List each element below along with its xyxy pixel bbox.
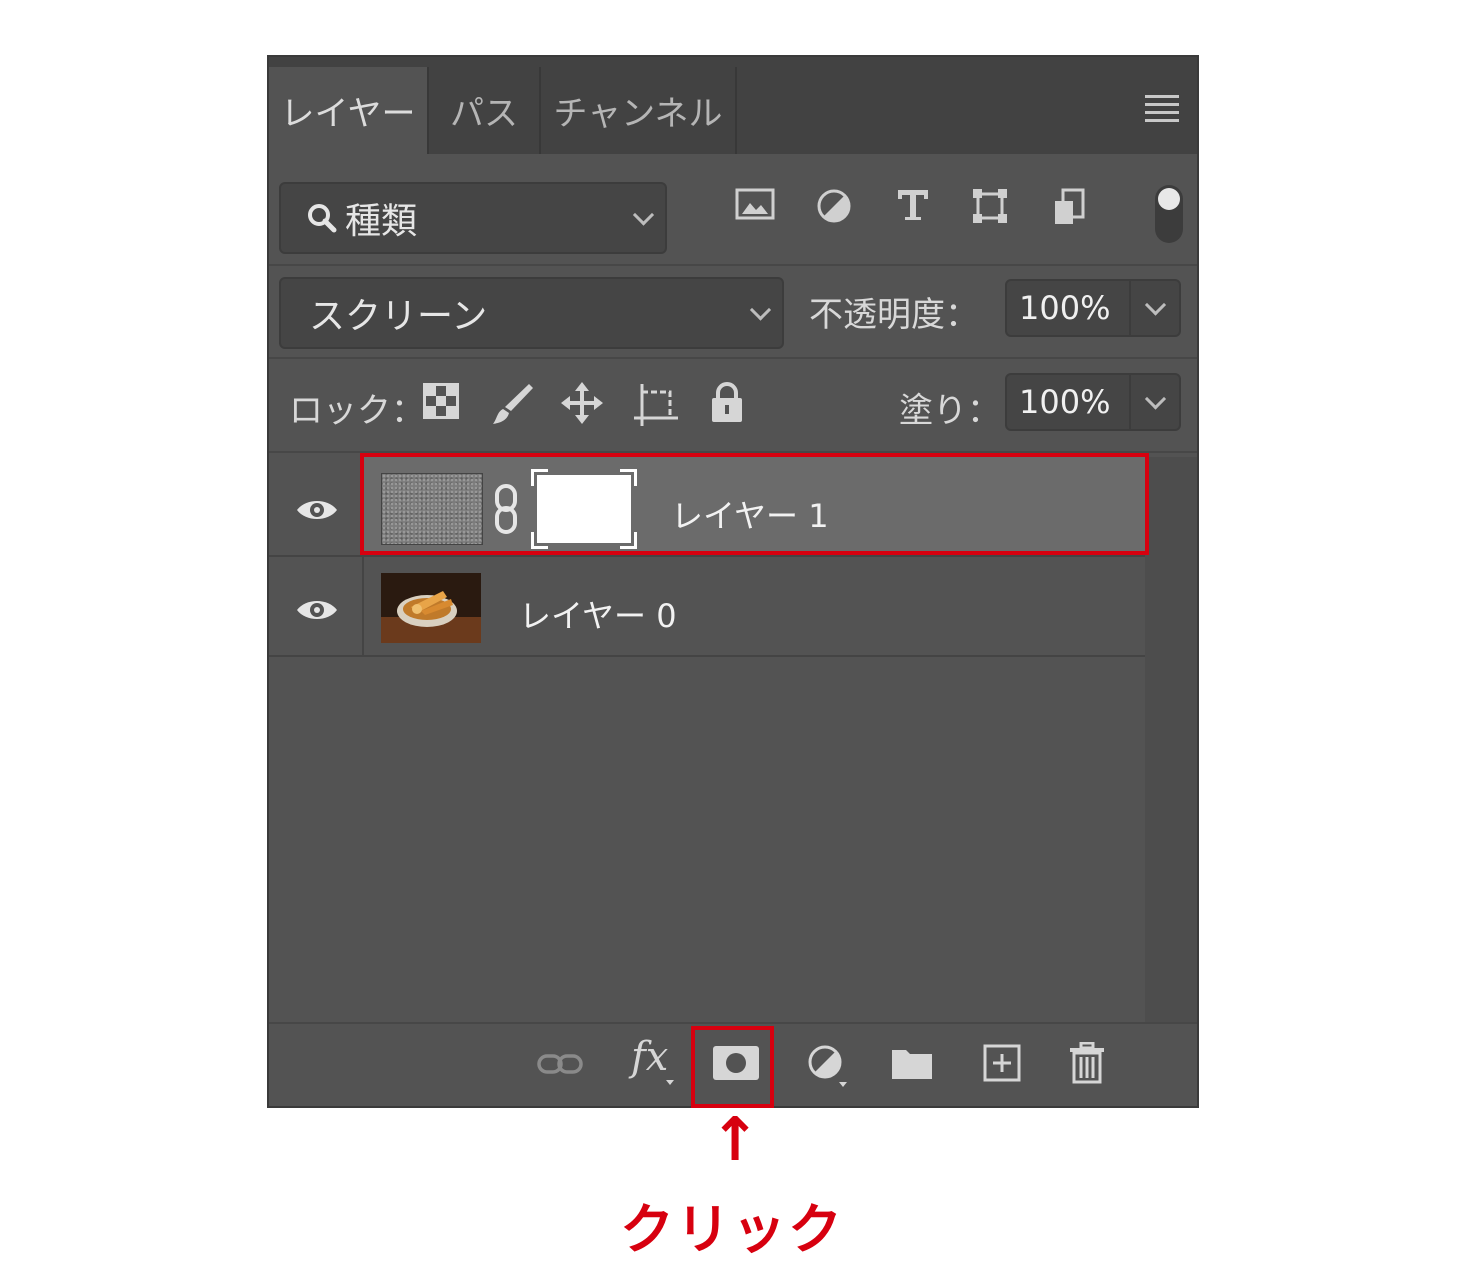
fill-input[interactable]: 100% <box>1005 373 1181 431</box>
add-mask-highlight-box <box>691 1026 774 1108</box>
divider <box>269 264 1197 266</box>
eye-visibility-icon[interactable] <box>296 597 338 623</box>
type-layer-filter-icon[interactable] <box>895 187 931 223</box>
tab-bar: レイヤー パス チャンネル <box>269 57 1197 154</box>
visibility-column <box>269 457 364 555</box>
selected-layer-highlight-box <box>360 453 1149 555</box>
lock-artboard-icon[interactable] <box>633 383 679 427</box>
layers-panel: レイヤー パス チャンネル 種類 スクリーン 不透明度： 100% ロック： 塗… <box>267 55 1199 1108</box>
opacity-dropdown-button[interactable] <box>1129 281 1179 335</box>
visibility-column <box>269 557 364 655</box>
filter-kind-dropdown[interactable]: 種類 <box>279 182 667 254</box>
blend-mode-dropdown[interactable]: スクリーン <box>279 277 784 349</box>
fill-value: 100% <box>1019 383 1111 421</box>
divider <box>269 357 1197 359</box>
filter-toggle-switch[interactable] <box>1155 185 1183 243</box>
fx-menu-caret <box>666 1080 674 1085</box>
search-icon <box>308 204 337 233</box>
fill-dropdown-button[interactable] <box>1129 375 1179 429</box>
layer-0-name[interactable]: レイヤー 0 <box>519 591 677 637</box>
toggle-knob <box>1158 188 1180 210</box>
tab-layers[interactable]: レイヤー <box>269 67 429 154</box>
chevron-down-icon <box>1144 388 1167 410</box>
opacity-input[interactable]: 100% <box>1005 279 1181 337</box>
chevron-down-icon <box>1144 294 1167 316</box>
tab-channels[interactable]: チャンネル <box>541 67 737 154</box>
eye-visibility-icon[interactable] <box>296 497 338 523</box>
tab-paths[interactable]: パス <box>429 67 541 154</box>
chevron-down-icon <box>749 299 772 321</box>
layer-row-layer-0[interactable]: レイヤー 0 <box>269 557 1145 657</box>
layer-0-photo-thumbnail <box>381 573 481 643</box>
filter-kind-label: 種類 <box>345 201 418 242</box>
trash-icon[interactable] <box>1069 1042 1105 1084</box>
pixel-layer-filter-icon[interactable] <box>735 187 775 223</box>
opacity-value: 100% <box>1019 289 1111 327</box>
lock-transparent-pixels-icon[interactable] <box>423 383 459 419</box>
group-folder-icon[interactable] <box>891 1046 933 1080</box>
lock-all-icon[interactable] <box>709 381 745 423</box>
click-annotation-label: クリック <box>620 1198 844 1261</box>
opacity-label: 不透明度： <box>809 295 979 335</box>
adjustment-layer-icon[interactable] <box>807 1044 847 1088</box>
up-arrow-icon: ↑ <box>710 1105 761 1175</box>
lock-image-pixels-brush-icon[interactable] <box>489 381 533 425</box>
blend-mode-value: スクリーン <box>309 296 488 337</box>
new-layer-icon[interactable] <box>983 1044 1021 1082</box>
shape-layer-filter-icon[interactable] <box>971 187 1009 225</box>
smart-object-filter-icon[interactable] <box>1051 187 1087 227</box>
fx-icon[interactable]: fx <box>631 1034 668 1080</box>
adjustment-layer-filter-icon[interactable] <box>815 187 853 225</box>
scrollbar-track[interactable] <box>1145 457 1197 1027</box>
panel-menu-icon[interactable] <box>1145 95 1179 127</box>
link-icon[interactable] <box>537 1050 583 1078</box>
fill-label: 塗り： <box>899 391 1001 431</box>
chevron-down-icon <box>632 204 655 226</box>
lock-label: ロック： <box>289 391 425 431</box>
lock-position-move-icon[interactable] <box>560 381 604 425</box>
